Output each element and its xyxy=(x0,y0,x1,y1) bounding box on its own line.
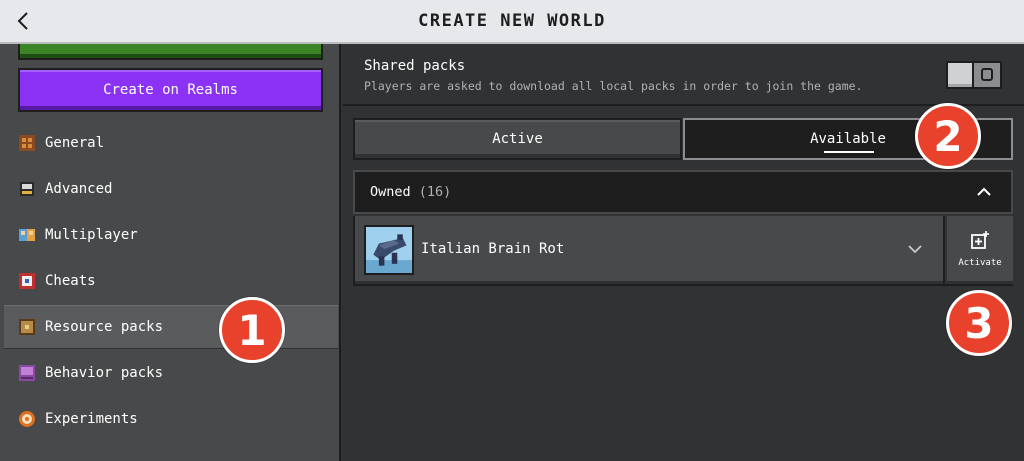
tab-label: Active xyxy=(492,131,543,147)
sidebar-item-label: Cheats xyxy=(45,273,96,289)
annotation-marker-3: 3 xyxy=(946,290,1012,356)
main-panel: Shared packs Players are asked to downlo… xyxy=(343,44,1024,461)
owned-count: (16) xyxy=(418,184,452,200)
toggle-knob xyxy=(948,63,974,87)
page-title: CREATE NEW WORLD xyxy=(418,11,606,31)
shared-packs-description: Players are asked to download all local … xyxy=(364,79,863,93)
add-pack-icon xyxy=(971,231,989,249)
owned-label: Owned (16) xyxy=(370,184,451,200)
sidebar-item-label: General xyxy=(45,135,105,151)
tab-selected-underline xyxy=(824,151,874,153)
owned-section-header[interactable]: Owned (16) xyxy=(353,170,1013,214)
activate-button[interactable]: Activate xyxy=(947,216,1013,284)
sidebar-item-cheats[interactable]: Cheats xyxy=(4,259,338,303)
sidebar-item-label: Resource packs xyxy=(45,319,164,335)
pack-name: Italian Brain Rot xyxy=(421,241,565,257)
pack-item[interactable]: Italian Brain Rot xyxy=(355,216,945,284)
shared-packs-toggle[interactable] xyxy=(946,61,1002,89)
shared-packs-section: Shared packs Players are asked to downlo… xyxy=(343,44,1024,106)
tab-active[interactable]: Active xyxy=(353,118,682,160)
sidebar-item-multiplayer[interactable]: Multiplayer xyxy=(4,213,338,257)
multiplayer-icon xyxy=(18,226,36,244)
behavior-packs-icon xyxy=(18,364,36,382)
chevron-down-icon[interactable] xyxy=(907,242,923,256)
advanced-icon xyxy=(18,180,36,198)
annotation-marker-2: 2 xyxy=(915,103,981,169)
sidebar-item-advanced[interactable]: Advanced xyxy=(4,167,338,211)
sidebar-item-label: Behavior packs xyxy=(45,365,164,381)
sidebar-item-resource-packs[interactable]: Resource packs xyxy=(4,305,338,349)
owned-title: Owned xyxy=(370,184,411,200)
tab-label: Available xyxy=(810,131,886,147)
toggle-off-icon xyxy=(981,68,993,81)
annotation-marker-1: 1 xyxy=(219,297,285,363)
sidebar-item-experiments[interactable]: Experiments xyxy=(4,397,338,441)
create-button-partial[interactable] xyxy=(18,44,323,60)
sidebar-item-general[interactable]: General xyxy=(4,121,338,165)
cheats-icon xyxy=(18,272,36,290)
sidebar-item-label: Advanced xyxy=(45,181,113,197)
shared-packs-title: Shared packs xyxy=(364,58,466,74)
activate-label: Activate xyxy=(958,258,1002,268)
sidebar: Create on Realms General Advanced Multip… xyxy=(0,44,341,461)
sidebar-item-label: Experiments xyxy=(45,411,138,427)
header-bar: CREATE NEW WORLD xyxy=(0,0,1024,44)
sidebar-item-behavior-packs[interactable]: Behavior packs xyxy=(4,351,338,395)
create-on-realms-button[interactable]: Create on Realms xyxy=(18,68,323,112)
general-icon xyxy=(18,134,36,152)
sidebar-item-label: Multiplayer xyxy=(45,227,138,243)
pack-thumbnail xyxy=(364,225,414,275)
pack-row: Italian Brain Rot Activate xyxy=(353,216,1013,286)
experiments-icon xyxy=(18,410,36,428)
chevron-up-icon[interactable] xyxy=(974,182,994,202)
resource-packs-icon xyxy=(18,318,36,336)
